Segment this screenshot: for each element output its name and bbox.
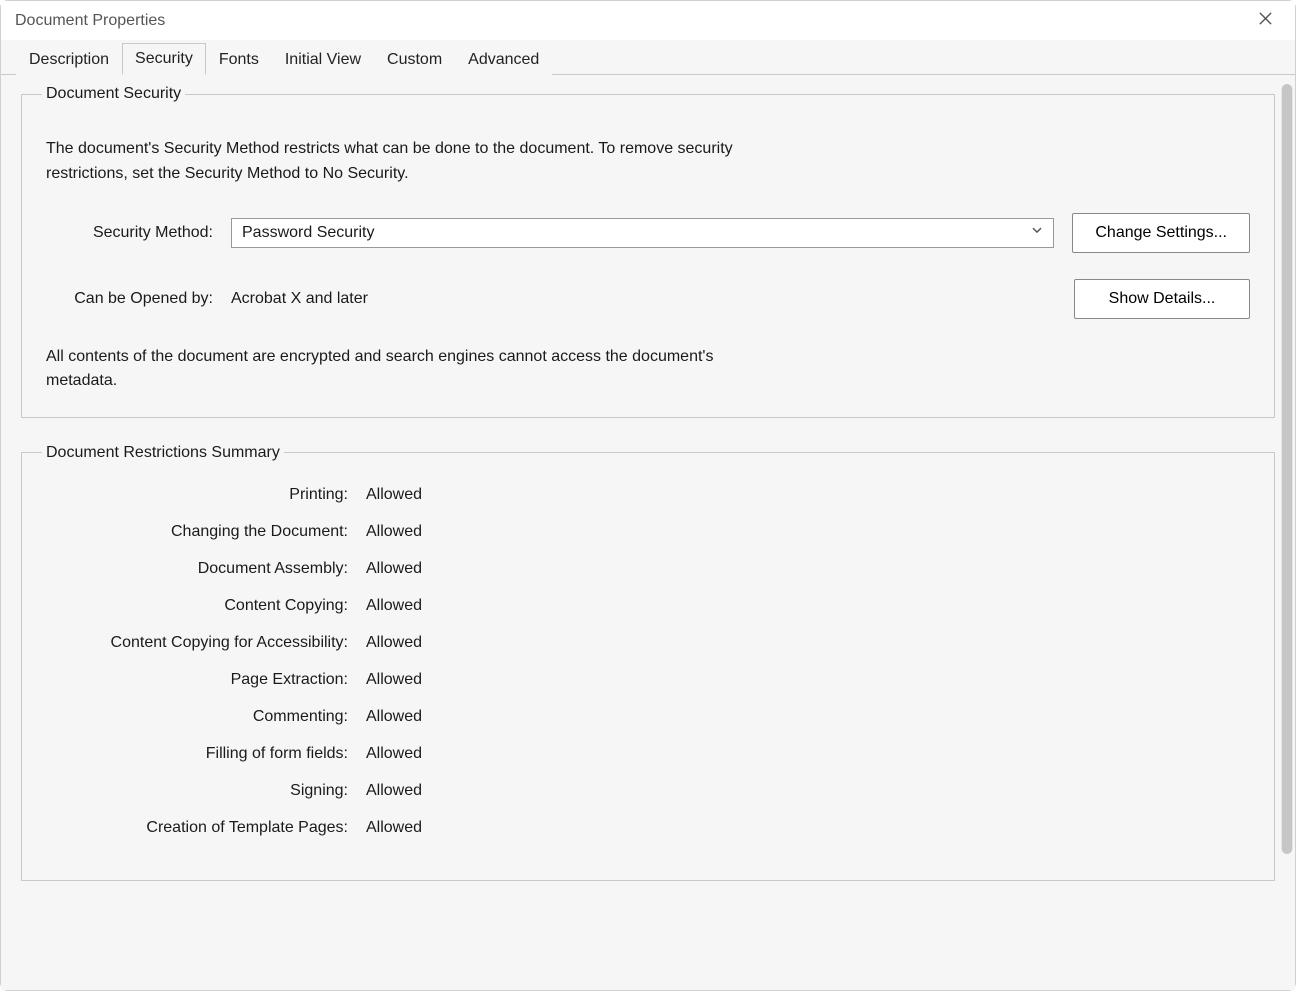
window-title: Document Properties [15,12,1249,30]
titlebar: Document Properties [1,1,1295,40]
security-method-label: Security Method: [46,224,231,242]
restriction-row-assembly: Document Assembly: Allowed [46,560,1250,578]
restriction-label: Changing the Document: [46,523,366,541]
tab-security[interactable]: Security [122,43,206,75]
restriction-label: Document Assembly: [46,560,366,578]
restriction-value: Allowed [366,819,1250,837]
opened-by-value: Acrobat X and later [231,290,368,307]
restriction-value: Allowed [366,782,1250,800]
security-method-row: Security Method: Password Security Chang… [46,213,1250,253]
opened-by-label: Can be Opened by: [46,290,231,308]
restriction-value: Allowed [366,560,1250,578]
restriction-label: Page Extraction: [46,671,366,689]
opened-by-row: Can be Opened by: Acrobat X and later Sh… [46,279,1250,319]
restriction-label: Printing: [46,486,366,504]
restriction-row-signing: Signing: Allowed [46,782,1250,800]
tab-fonts[interactable]: Fonts [206,44,272,75]
restriction-label: Content Copying for Accessibility: [46,634,366,652]
restriction-row-form-fields: Filling of form fields: Allowed [46,745,1250,763]
restriction-value: Allowed [366,745,1250,763]
chevron-down-icon [1031,223,1043,241]
restriction-label: Content Copying: [46,597,366,615]
encryption-note: All contents of the document are encrypt… [46,345,766,393]
vertical-scrollbar[interactable] [1281,84,1293,854]
restriction-row-commenting: Commenting: Allowed [46,708,1250,726]
document-security-group: Document Security The document's Securit… [21,85,1275,418]
restriction-row-content-copying: Content Copying: Allowed [46,597,1250,615]
dialog-content: Description Security Fonts Initial View … [1,40,1295,990]
document-restrictions-legend: Document Restrictions Summary [42,444,284,462]
restriction-label: Filling of form fields: [46,745,366,763]
restriction-label: Signing: [46,782,366,800]
close-button[interactable] [1249,5,1281,37]
tab-advanced[interactable]: Advanced [455,44,552,75]
document-restrictions-group: Document Restrictions Summary Printing: … [21,444,1275,881]
restriction-value: Allowed [366,486,1250,504]
security-method-value: Password Security [242,224,375,242]
security-method-select[interactable]: Password Security [231,218,1054,248]
restriction-label: Creation of Template Pages: [46,819,366,837]
tab-initial-view[interactable]: Initial View [272,44,374,75]
restriction-value: Allowed [366,597,1250,615]
change-settings-button[interactable]: Change Settings... [1072,213,1250,253]
security-description: The document's Security Method restricts… [46,137,736,187]
tab-custom[interactable]: Custom [374,44,455,75]
restriction-row-template-pages: Creation of Template Pages: Allowed [46,819,1250,837]
show-details-button[interactable]: Show Details... [1074,279,1250,319]
tabbar: Description Security Fonts Initial View … [1,40,1295,74]
restriction-value: Allowed [366,523,1250,541]
restriction-value: Allowed [366,671,1250,689]
restriction-value: Allowed [366,708,1250,726]
restriction-row-accessibility-copying: Content Copying for Accessibility: Allow… [46,634,1250,652]
document-security-legend: Document Security [42,85,185,103]
restriction-value: Allowed [366,634,1250,652]
tab-description[interactable]: Description [16,44,122,75]
restriction-label: Commenting: [46,708,366,726]
restriction-row-page-extraction: Page Extraction: Allowed [46,671,1250,689]
restriction-row-changing: Changing the Document: Allowed [46,523,1250,541]
restriction-row-printing: Printing: Allowed [46,486,1250,504]
scrollbar-thumb[interactable] [1282,84,1292,854]
close-icon [1258,11,1273,31]
tab-pane-security: Document Security The document's Securit… [1,74,1295,990]
